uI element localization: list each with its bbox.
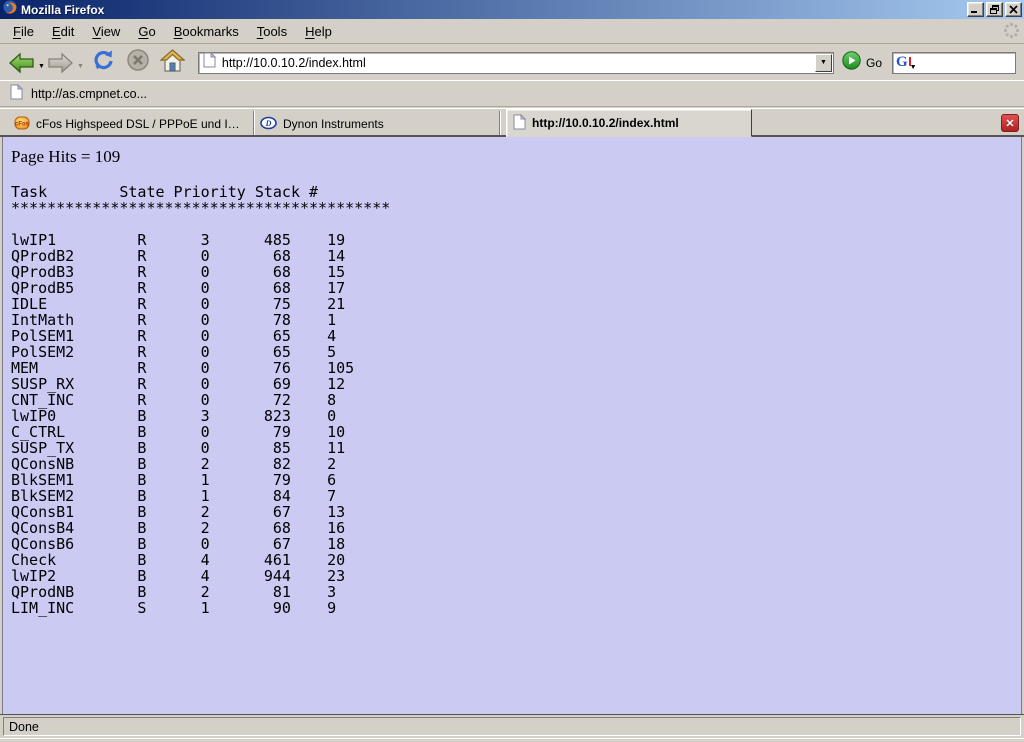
go-label[interactable]: Go [866, 56, 882, 70]
search-input[interactable] [919, 55, 1012, 71]
address-bar[interactable]: ▼ [198, 52, 834, 74]
menu-item-go[interactable]: Go [129, 21, 164, 42]
tab-label: http://10.0.10.2/index.html [532, 116, 679, 130]
menu-bar: FileEditViewGoBookmarksToolsHelp [0, 19, 1024, 44]
forward-dropdown-icon[interactable]: ▼ [77, 63, 84, 70]
address-dropdown-icon[interactable]: ▼ [815, 54, 832, 72]
address-input[interactable] [220, 54, 815, 72]
bookmark-label: http://as.cmpnet.co... [31, 87, 147, 101]
reload-button[interactable] [91, 48, 116, 77]
cfos-icon: cFos [14, 115, 30, 134]
forward-button[interactable] [47, 52, 74, 74]
menu-item-file[interactable]: File [4, 21, 43, 42]
reload-icon [91, 48, 116, 72]
dynon-icon: D [260, 116, 277, 133]
menu-bar-items: FileEditViewGoBookmarksToolsHelp [4, 21, 341, 42]
forward-icon [47, 52, 74, 74]
back-button[interactable] [8, 52, 35, 74]
window-title: Mozilla Firefox [21, 3, 967, 17]
tab-current-page[interactable]: http://10.0.10.2/index.html [506, 109, 752, 137]
home-icon [160, 49, 185, 72]
menu-item-tools[interactable]: Tools [248, 21, 296, 42]
tab-label: cFos Highspeed DSL / PPPoE und ISDN CAP.… [36, 117, 247, 131]
home-button[interactable] [160, 49, 185, 77]
bookmarks-bar: http://as.cmpnet.co... [0, 80, 1024, 107]
minimize-button[interactable] [967, 2, 984, 17]
go-button[interactable] [842, 51, 861, 75]
menu-item-help[interactable]: Help [296, 21, 341, 42]
search-dropdown-icon[interactable]: ▼ [910, 64, 917, 71]
title-bar: Mozilla Firefox [0, 0, 1024, 19]
close-button[interactable] [1005, 2, 1022, 17]
throbber-icon [1003, 22, 1020, 42]
svg-text:D: D [265, 119, 272, 128]
status-bar: Done [0, 714, 1024, 738]
search-box[interactable]: G ▼ [892, 52, 1016, 74]
browser-window: Mozilla Firefox FileEditViewGoBookmarksT… [0, 0, 1024, 742]
window-bottom-edge [0, 738, 1024, 742]
tab-close-button[interactable]: ✕ [1001, 114, 1019, 132]
tab-label: Dynon Instruments [283, 117, 384, 131]
page-icon [10, 84, 23, 103]
menu-item-edit[interactable]: Edit [43, 21, 83, 42]
stop-icon [126, 48, 150, 72]
bookmark-item[interactable]: http://as.cmpnet.co... [10, 84, 147, 103]
svg-text:cFos: cFos [15, 121, 30, 127]
status-text: Done [3, 717, 1021, 736]
tab-dynon[interactable]: D Dynon Instruments [254, 111, 500, 137]
page-content: Page Hits = 109 Task State Priority Stac… [2, 137, 1022, 714]
navigation-toolbar: ▼ ▼ [0, 45, 1024, 80]
menu-item-bookmarks[interactable]: Bookmarks [165, 21, 248, 42]
back-dropdown-icon[interactable]: ▼ [38, 63, 45, 70]
menu-item-view[interactable]: View [83, 21, 129, 42]
page-icon [513, 114, 526, 133]
page-hits-text: Page Hits = 109 [11, 147, 1013, 167]
stop-button[interactable] [126, 48, 150, 77]
back-icon [8, 52, 35, 74]
restore-button[interactable] [986, 2, 1003, 17]
tab-bar: cFos cFos Highspeed DSL / PPPoE und ISDN… [0, 108, 1024, 137]
page-icon [203, 52, 216, 73]
firefox-icon [3, 0, 17, 19]
google-icon: G [896, 55, 908, 70]
task-table: Task State Priority Stack # ************… [11, 184, 1013, 616]
tab-cfos[interactable]: cFos cFos Highspeed DSL / PPPoE und ISDN… [8, 111, 254, 137]
go-icon [842, 51, 861, 70]
